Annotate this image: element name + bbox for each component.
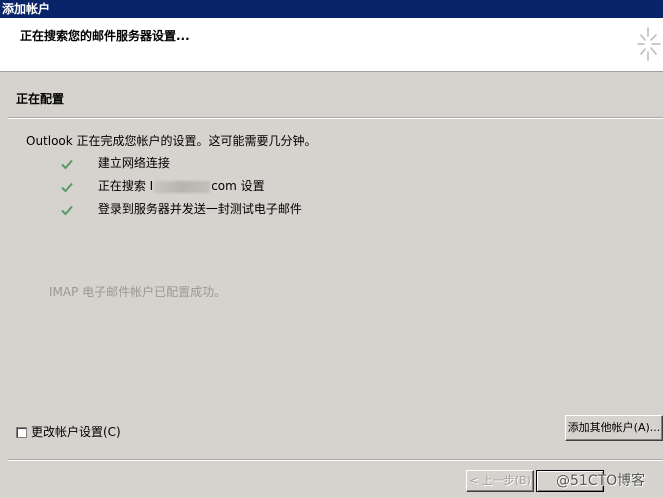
task-item: 登录到服务器并发送一封测试电子邮件 xyxy=(60,201,302,217)
success-message: IMAP 电子邮件帐户已配置成功。 xyxy=(49,285,227,299)
watermark: @51CTO博客 xyxy=(556,473,646,489)
back-button[interactable]: < 上一步(B) xyxy=(466,470,534,492)
task-label: 建立网络连接 xyxy=(97,156,170,170)
window-title: 添加帐户 xyxy=(2,2,51,16)
change-settings-checkbox[interactable] xyxy=(16,427,27,438)
redacted-domain xyxy=(154,180,211,193)
change-settings-label: 更改帐户设置(C) xyxy=(31,425,121,439)
add-account-dialog: 添加帐户 正在搜索您的邮件服务器设置... 正在配置 Outlook 正在完成您… xyxy=(0,0,663,498)
header-title: 正在搜索您的邮件服务器设置... xyxy=(20,29,190,43)
change-settings-option[interactable]: 更改帐户设置(C) xyxy=(16,425,121,439)
task-label: 登录到服务器并发送一封测试电子邮件 xyxy=(97,202,302,216)
check-icon xyxy=(61,182,73,192)
task-item: 正在搜索 I com 设置 xyxy=(60,178,265,194)
check-icon xyxy=(61,159,73,169)
spinner-icon xyxy=(637,27,661,61)
section-title: 正在配置 xyxy=(16,92,65,106)
title-bar: 添加帐户 xyxy=(0,0,663,18)
status-message: Outlook 正在完成您帐户的设置。这可能需要几分钟。 xyxy=(26,134,317,148)
task-label-prefix: 正在搜索 I xyxy=(97,179,154,193)
add-other-account-button[interactable]: 添加其他帐户(A)... xyxy=(565,415,663,441)
footer-divider xyxy=(8,459,663,461)
task-label-suffix: com 设置 xyxy=(211,179,265,193)
section-divider xyxy=(8,117,663,119)
wizard-header: 正在搜索您的邮件服务器设置... xyxy=(0,18,663,72)
task-item: 建立网络连接 xyxy=(60,155,170,171)
check-icon xyxy=(61,205,73,215)
